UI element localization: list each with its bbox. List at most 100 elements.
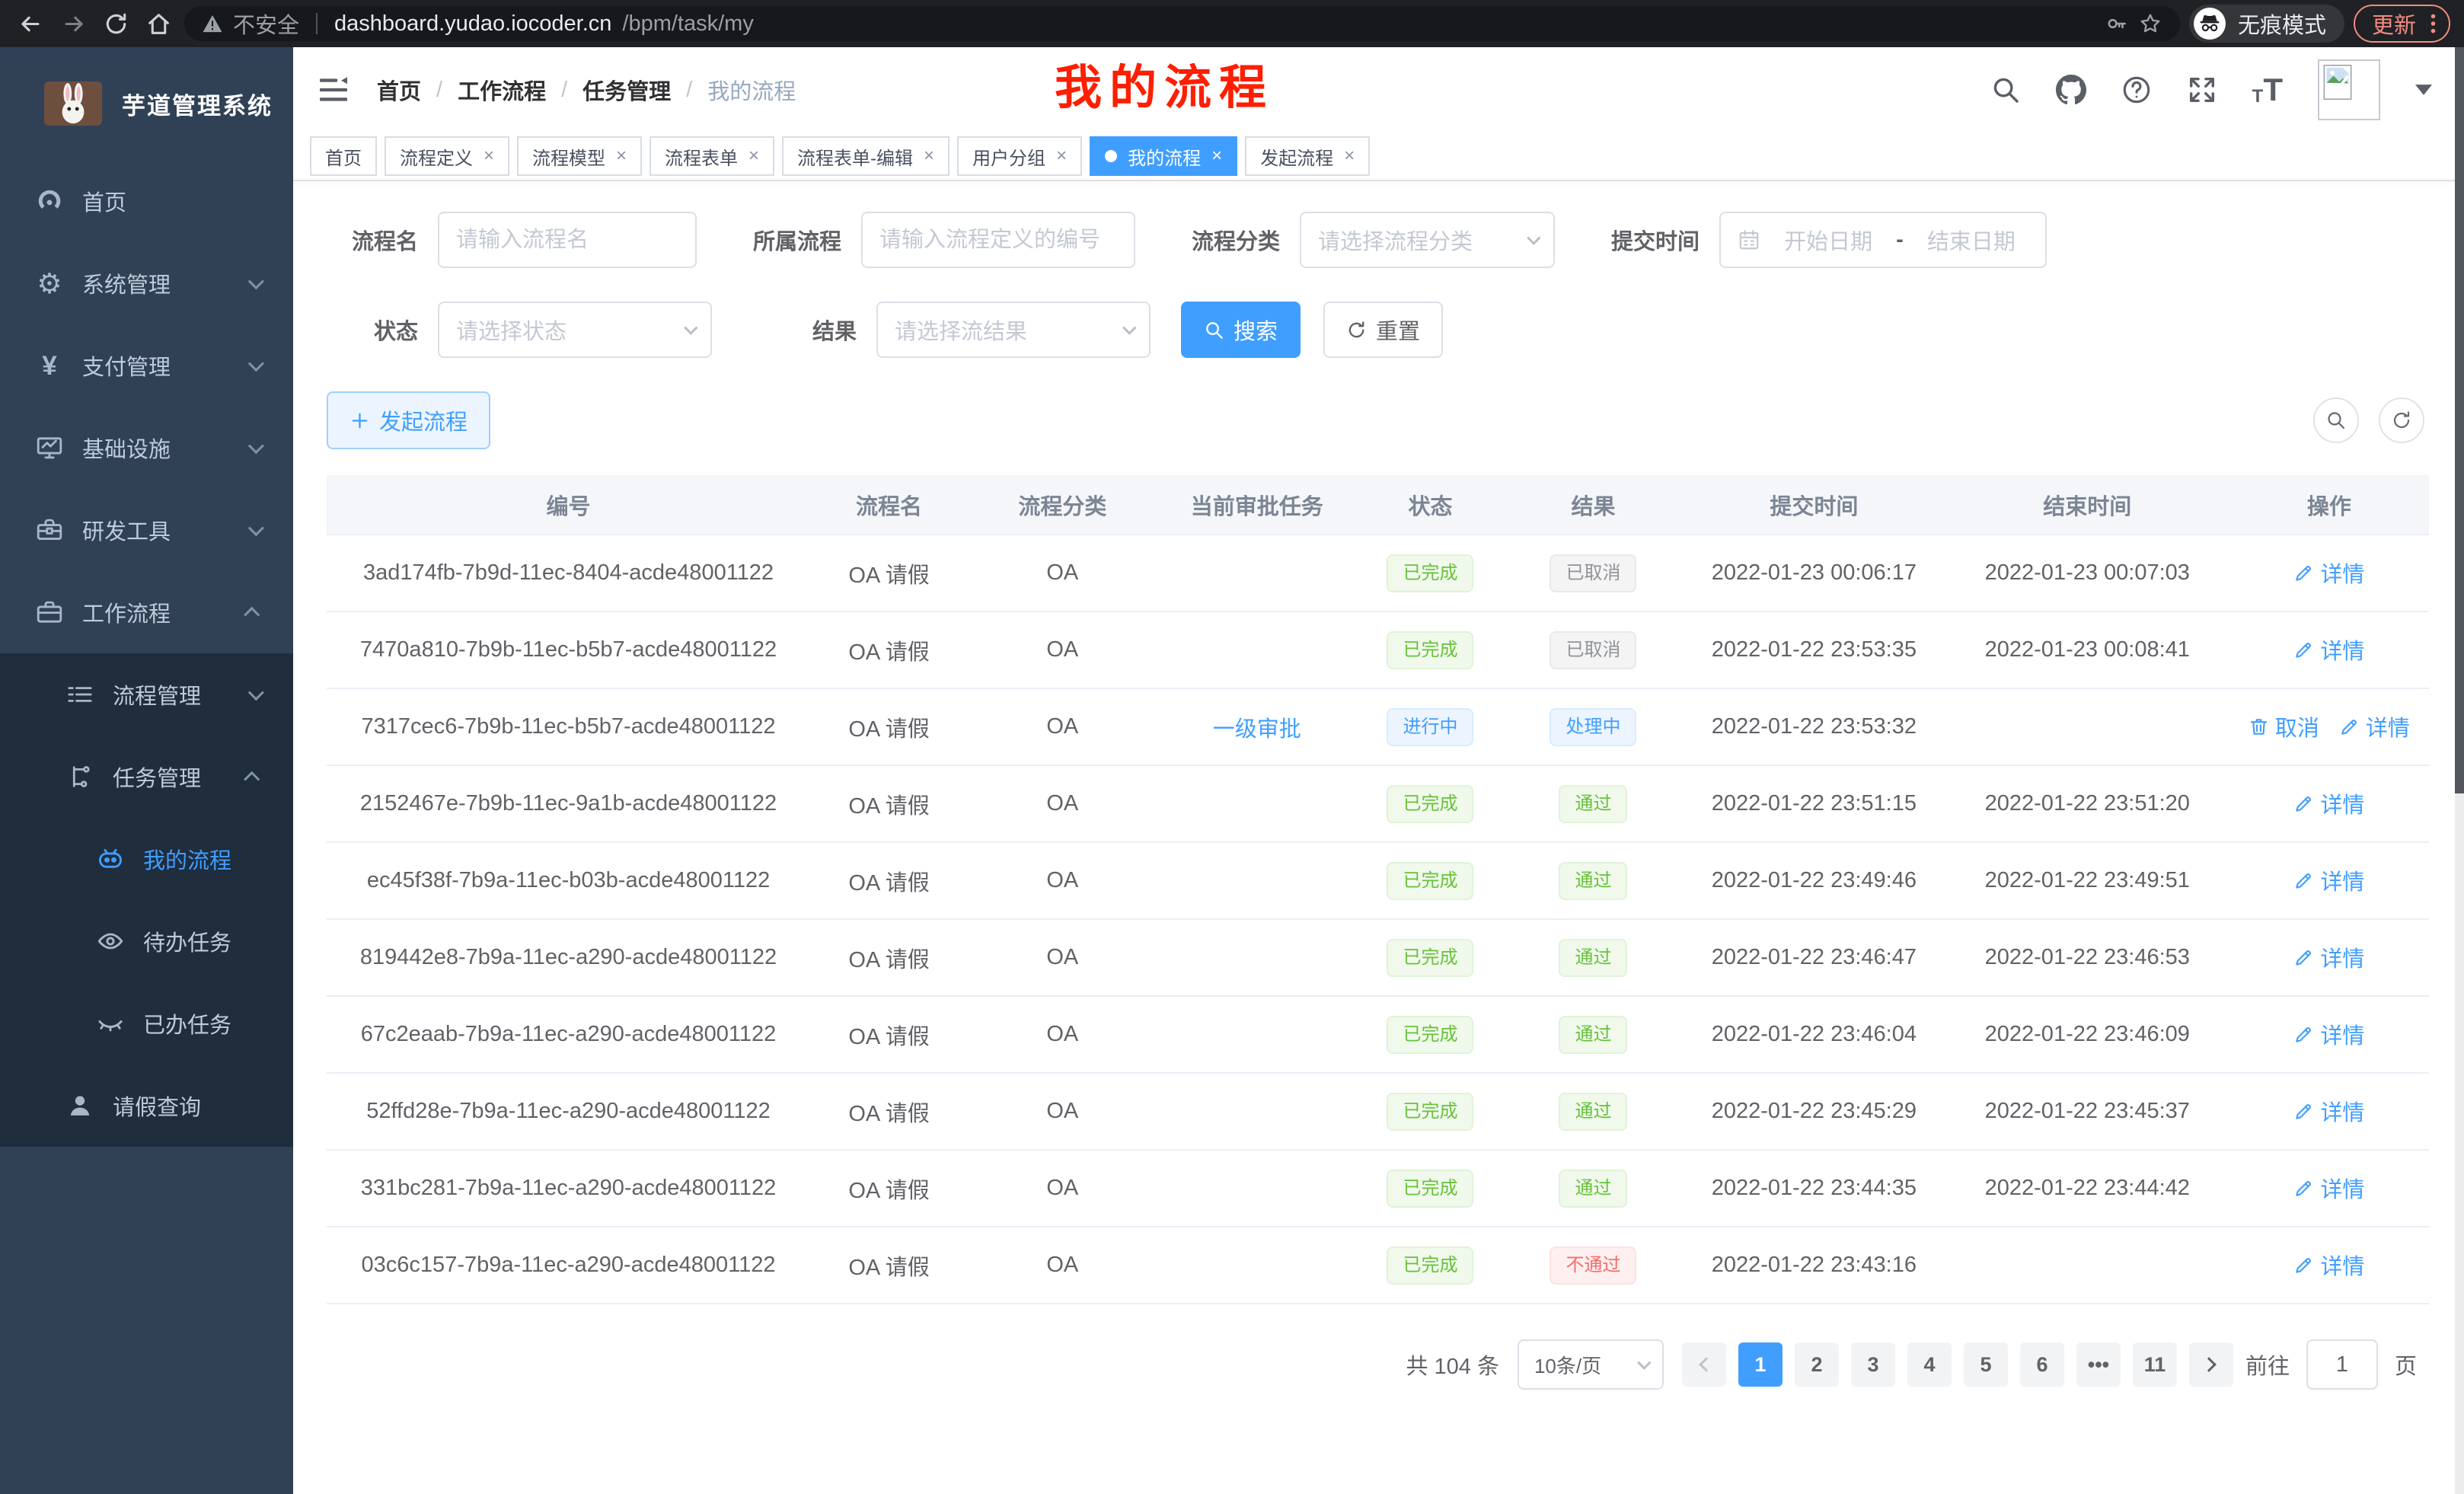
close-icon[interactable]: × <box>484 147 494 165</box>
github-icon[interactable] <box>2056 75 2086 105</box>
tab-流程表单-编辑[interactable]: 流程表单-编辑× <box>782 136 950 176</box>
tab-发起流程[interactable]: 发起流程× <box>1245 136 1370 176</box>
tab-流程定义[interactable]: 流程定义× <box>385 136 509 176</box>
process-name-field[interactable] <box>456 228 678 253</box>
sidebar-item-基础设施[interactable]: 基础设施 <box>0 407 293 489</box>
page-button-6[interactable]: 6 <box>2020 1342 2064 1387</box>
process-definition-input[interactable] <box>861 212 1135 268</box>
sidebar-item-已办任务[interactable]: 已办任务 <box>0 982 293 1065</box>
sidebar-item-任务管理[interactable]: 任务管理 <box>0 736 293 818</box>
detail-link[interactable]: 详情 <box>2293 1172 2364 1204</box>
page-more-button[interactable]: ••• <box>2076 1342 2121 1387</box>
sidebar-item-系统管理[interactable]: ⚙系统管理 <box>0 242 293 324</box>
submenu: 我的流程待办任务已办任务 <box>0 818 293 1065</box>
page-button-11[interactable]: 11 <box>2133 1342 2177 1387</box>
next-page-button[interactable] <box>2189 1342 2233 1387</box>
update-button[interactable]: 更新 <box>2354 5 2450 43</box>
close-icon[interactable]: × <box>1211 147 1222 165</box>
status-badge: 已完成 <box>1387 939 1473 977</box>
process-name-input[interactable] <box>438 212 697 268</box>
header-result: 结果 <box>1504 475 1683 535</box>
page-button-4[interactable]: 4 <box>1907 1342 1952 1387</box>
goto-label: 前往 <box>2245 1349 2290 1381</box>
sidebar-item-我的流程[interactable]: 我的流程 <box>0 818 293 900</box>
close-icon[interactable]: × <box>1344 147 1355 165</box>
close-icon[interactable]: × <box>924 147 934 165</box>
breadcrumb-item-task[interactable]: 任务管理 <box>582 74 671 106</box>
cell-end-time: 2022-01-22 23:45:37 <box>1945 1073 2229 1150</box>
category-select[interactable]: 请选择流程分类 <box>1300 212 1555 268</box>
page-button-5[interactable]: 5 <box>1964 1342 2008 1387</box>
avatar[interactable] <box>2318 59 2380 120</box>
detail-link[interactable]: 详情 <box>2293 557 2364 589</box>
create-process-button[interactable]: 发起流程 <box>327 391 490 449</box>
scrollbar-thumb[interactable] <box>2455 47 2464 793</box>
close-icon[interactable]: × <box>616 147 627 165</box>
cell-category: OA <box>968 842 1157 919</box>
help-icon[interactable] <box>2121 75 2152 105</box>
address-bar[interactable]: 不安全 dashboard.yudao.iocoder.cn/bpm/task/… <box>184 6 2180 41</box>
search-icon[interactable] <box>1990 75 2021 105</box>
tab-流程表单[interactable]: 流程表单× <box>650 136 774 176</box>
prev-page-button[interactable] <box>1682 1342 1726 1387</box>
tab-流程模型[interactable]: 流程模型× <box>517 136 642 176</box>
detail-link[interactable]: 详情 <box>2339 710 2410 742</box>
sidebar-item-流程管理[interactable]: 流程管理 <box>0 653 293 736</box>
forward-icon[interactable] <box>56 11 90 37</box>
reset-button[interactable]: 重置 <box>1323 302 1443 358</box>
sidebar-item-工作流程[interactable]: 工作流程 <box>0 571 293 653</box>
task-link[interactable]: 一级审批 <box>1213 717 1301 742</box>
security-label[interactable]: 不安全 <box>233 8 299 40</box>
logo[interactable]: 芋道管理系统 <box>0 47 293 160</box>
close-icon[interactable]: × <box>748 147 759 165</box>
tab-用户分组[interactable]: 用户分组× <box>957 136 1082 176</box>
page-button-2[interactable]: 2 <box>1795 1342 1839 1387</box>
sidebar-item-请假查询[interactable]: 请假查询 <box>0 1065 293 1147</box>
cell-name: OA 请假 <box>810 996 968 1073</box>
sidebar-item-支付管理[interactable]: ¥支付管理 <box>0 324 293 407</box>
refresh-button[interactable] <box>2379 397 2424 443</box>
detail-link[interactable]: 详情 <box>2293 1095 2364 1127</box>
process-definition-field[interactable] <box>879 228 1117 253</box>
result-select[interactable]: 请选择流结果 <box>876 302 1151 358</box>
cell-status: 已完成 <box>1357 1150 1504 1227</box>
detail-link[interactable]: 详情 <box>2293 1249 2364 1281</box>
chevron-left-icon <box>1699 1357 1714 1372</box>
fullscreen-icon[interactable] <box>2187 75 2217 105</box>
status-select[interactable]: 请选择状态 <box>438 302 712 358</box>
page-button-3[interactable]: 3 <box>1851 1342 1895 1387</box>
back-icon[interactable] <box>14 11 47 37</box>
submit-time-range[interactable]: 开始日期 - 结束日期 <box>1719 212 2047 268</box>
detail-link[interactable]: 详情 <box>2293 941 2364 973</box>
sidebar-item-首页[interactable]: 首页 <box>0 160 293 242</box>
home-icon[interactable] <box>142 11 175 37</box>
tab-我的流程[interactable]: 我的流程× <box>1090 136 1237 176</box>
cancel-link[interactable]: 取消 <box>2249 710 2319 742</box>
header-id: 编号 <box>327 475 810 535</box>
chevron-down-icon <box>1527 231 1540 244</box>
show-search-button[interactable] <box>2313 397 2359 443</box>
page-button-1[interactable]: 1 <box>1738 1342 1783 1387</box>
breadcrumb-item-workflow[interactable]: 工作流程 <box>458 74 546 106</box>
detail-link[interactable]: 详情 <box>2293 864 2364 896</box>
detail-link[interactable]: 详情 <box>2293 634 2364 666</box>
detail-link[interactable]: 详情 <box>2293 787 2364 819</box>
star-icon[interactable] <box>2139 12 2162 35</box>
sidebar-item-待办任务[interactable]: 待办任务 <box>0 900 293 982</box>
font-size-icon[interactable]: TT <box>2252 74 2283 106</box>
reload-icon[interactable] <box>99 11 132 37</box>
scrollbar[interactable] <box>2455 47 2464 1494</box>
sidebar-item-研发工具[interactable]: 研发工具 <box>0 489 293 571</box>
close-icon[interactable]: × <box>1056 147 1067 165</box>
search-button[interactable]: 搜索 <box>1181 302 1301 358</box>
tab-首页[interactable]: 首页 <box>310 136 377 176</box>
hamburger-icon[interactable] <box>318 76 349 104</box>
goto-page-input[interactable]: 1 <box>2306 1339 2378 1390</box>
key-icon[interactable] <box>2105 12 2128 35</box>
cell-result: 通过 <box>1504 1073 1683 1150</box>
breadcrumb-item-home[interactable]: 首页 <box>377 74 421 106</box>
detail-link[interactable]: 详情 <box>2293 1018 2364 1050</box>
table-row: 03c6c157-7b9a-11ec-a290-acde48001122OA 请… <box>327 1227 2429 1304</box>
caret-down-icon[interactable] <box>2415 85 2432 95</box>
page-size-select[interactable]: 10条/页 <box>1518 1339 1664 1390</box>
